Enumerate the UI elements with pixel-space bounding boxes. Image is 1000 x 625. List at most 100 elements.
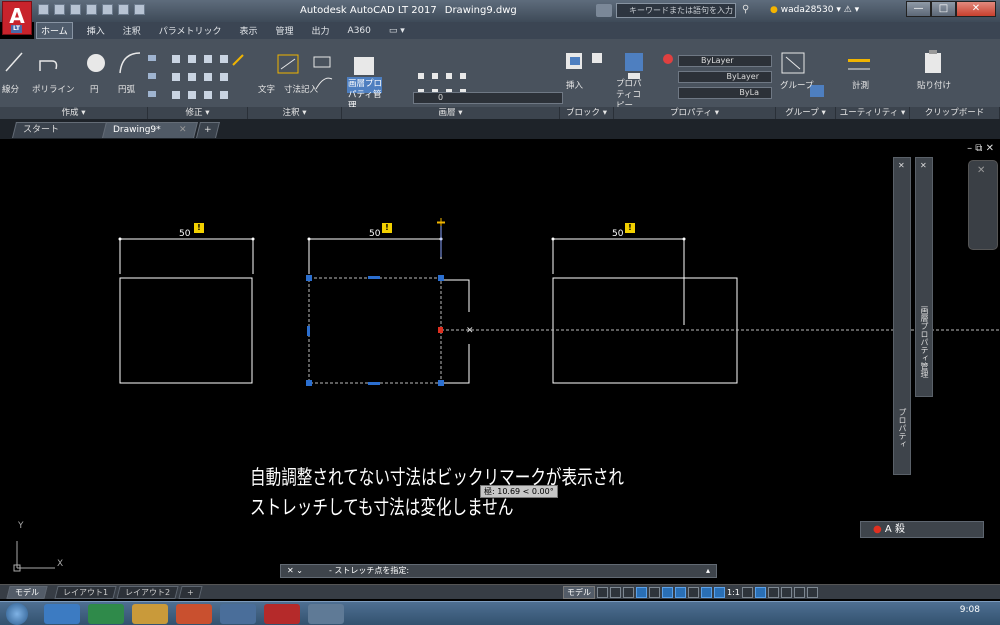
close-button[interactable]: ✕ [956, 1, 996, 17]
palette-close-icon[interactable]: ✕ [898, 161, 905, 170]
arc-button[interactable]: 円弧 [118, 83, 135, 95]
new-tab-button[interactable]: + [196, 122, 220, 138]
tab-output[interactable]: 出力 [308, 23, 334, 38]
panel-title-draw[interactable]: 作成 ▾ [0, 107, 148, 119]
taskbar-clock[interactable]: 9:08 [960, 605, 980, 615]
polyline-button[interactable]: ポリライン [32, 83, 75, 95]
snap-icon[interactable] [610, 586, 621, 598]
paste-button[interactable]: 貼り付け [917, 79, 951, 91]
properties-palette[interactable]: ✕ プロパティ [893, 157, 911, 475]
application-menu-button[interactable]: A LT [2, 1, 32, 35]
workspace-gear-icon[interactable] [741, 586, 753, 598]
dimension-text[interactable]: 50 [369, 229, 380, 239]
command-close-icon[interactable]: ✕ ⌄ [287, 565, 303, 577]
customize-menu-icon[interactable] [806, 586, 818, 598]
panel-title-layers[interactable]: 画層 ▾ [342, 107, 560, 119]
panel-title-utilities[interactable]: ユーティリティ ▾ [836, 107, 910, 119]
tab-model[interactable]: モデル [6, 586, 48, 599]
tab-insert[interactable]: 挿入 [83, 23, 109, 38]
tab-annotate[interactable]: 注釈 [119, 23, 145, 38]
object-snap-icon[interactable] [675, 586, 686, 598]
dimension-text[interactable]: 50 [179, 229, 190, 239]
drawing-canvas[interactable]: ✕ 50 ! 50 ! 50 ! 極: 10.69 < 0.00° 自動調整され… [0, 139, 1000, 578]
maximize-button[interactable]: □ [931, 1, 956, 17]
units-icon[interactable] [767, 586, 779, 598]
print-icon[interactable] [102, 4, 113, 15]
tab-extra-icon[interactable]: ▭ ▾ [385, 25, 409, 37]
auto-scale-icon[interactable] [714, 586, 725, 598]
annotation-visibility-icon[interactable] [701, 586, 712, 598]
layer-manager-palette[interactable]: ✕ 画層プロパティ管理 [915, 157, 933, 397]
dimension-text[interactable]: 50 [612, 229, 623, 239]
tab-home[interactable]: ホーム [36, 22, 73, 39]
tab-drawing9[interactable]: Drawing9* ✕ [102, 122, 198, 138]
tab-manage[interactable]: 管理 [272, 23, 298, 38]
layer-dropdown[interactable]: 0 [413, 92, 563, 104]
panel-title-groups[interactable]: グループ ▾ [776, 107, 836, 119]
exchange-icon[interactable]: ▾ ⚠ ▾ [836, 5, 859, 15]
tab-parametric[interactable]: パラメトリック [155, 23, 226, 38]
binoculars-icon[interactable]: ⚲ [742, 4, 758, 17]
chrome-taskbar-icon[interactable] [176, 604, 212, 624]
user-account[interactable]: ● wada28530 ▾ ⚠ ▾ [770, 5, 859, 15]
undo-icon[interactable] [118, 4, 129, 15]
save-icon[interactable] [70, 4, 81, 15]
command-history-icon[interactable]: ▴ [706, 565, 710, 577]
linetype-dropdown[interactable]: ByLayer [678, 71, 772, 83]
warning-icon[interactable]: ! [625, 223, 635, 233]
object-snap-tracking-icon[interactable] [662, 586, 673, 598]
redo-icon[interactable] [134, 4, 145, 15]
text-button[interactable]: 文字 [258, 83, 275, 95]
annotation-monitor-icon[interactable] [754, 586, 766, 598]
tab-a360[interactable]: A360 [344, 25, 375, 37]
close-icon[interactable]: ✕ [977, 165, 985, 176]
panel-title-clipboard[interactable]: クリップボード [910, 107, 1000, 119]
start-button[interactable] [6, 603, 28, 625]
color-dropdown[interactable]: ByLayer [678, 55, 772, 67]
panel-title-block[interactable]: ブロック ▾ [560, 107, 614, 119]
panel-title-properties[interactable]: プロパティ ▾ [614, 107, 776, 119]
warning-icon[interactable]: ! [382, 223, 392, 233]
minimize-button[interactable]: — [906, 1, 931, 17]
search-input[interactable]: キーワードまたは語句を入力 [616, 3, 736, 18]
lineweight-dropdown[interactable]: ByLa [678, 87, 772, 99]
dimension-button[interactable]: 寸法記入 [284, 83, 318, 95]
panel-title-annotation[interactable]: 注釈 ▾ [248, 107, 342, 119]
navigation-bar[interactable]: ✕ [968, 160, 998, 250]
info-center-icon[interactable] [596, 4, 612, 17]
tab-layout1[interactable]: レイアウト1 [54, 586, 117, 599]
add-layout-button[interactable]: + [178, 586, 203, 599]
palette-close-icon[interactable]: ✕ [920, 161, 927, 170]
panel-title-modify[interactable]: 修正 ▾ [148, 107, 248, 119]
isometric-icon[interactable] [649, 586, 660, 598]
autocad-taskbar-icon[interactable] [264, 604, 300, 624]
paint-taskbar-icon[interactable] [308, 604, 344, 624]
circle-button[interactable]: 円 [90, 83, 99, 95]
ie-taskbar-icon[interactable] [44, 604, 80, 624]
grid-icon[interactable] [597, 586, 608, 598]
tab-view[interactable]: 表示 [236, 23, 262, 38]
polar-tracking-icon[interactable] [636, 586, 647, 598]
isolate-objects-icon[interactable] [780, 586, 792, 598]
annotation-scale[interactable]: 1:1 [727, 588, 740, 597]
tab-layout2[interactable]: レイアウト2 [116, 586, 179, 599]
annotation-scale-tray[interactable]: ● A 殺 [860, 521, 984, 538]
open-file-icon[interactable] [54, 4, 65, 15]
app-taskbar-icon[interactable] [220, 604, 256, 624]
close-tab-icon[interactable]: ✕ [179, 123, 187, 137]
explorer-taskbar-icon[interactable] [132, 604, 168, 624]
viewport-controls[interactable]: – ⧉ ✕ [967, 143, 994, 154]
measure-button[interactable]: 計測 [852, 79, 869, 91]
save-as-icon[interactable] [86, 4, 97, 15]
insert-block-button[interactable]: 挿入 [566, 79, 583, 91]
ortho-icon[interactable] [623, 586, 634, 598]
command-line[interactable]: ✕ ⌄ - ストレッチ点を指定: ▴ [280, 564, 717, 578]
warning-icon[interactable]: ! [194, 223, 204, 233]
media-taskbar-icon[interactable] [88, 604, 124, 624]
lineweight-icon[interactable] [688, 586, 699, 598]
group-button[interactable]: グループ [780, 79, 814, 91]
line-button[interactable]: 線分 [2, 83, 19, 95]
new-file-icon[interactable] [38, 4, 49, 15]
fullscreen-icon[interactable] [793, 586, 805, 598]
model-space-button[interactable]: モデル [563, 585, 595, 599]
